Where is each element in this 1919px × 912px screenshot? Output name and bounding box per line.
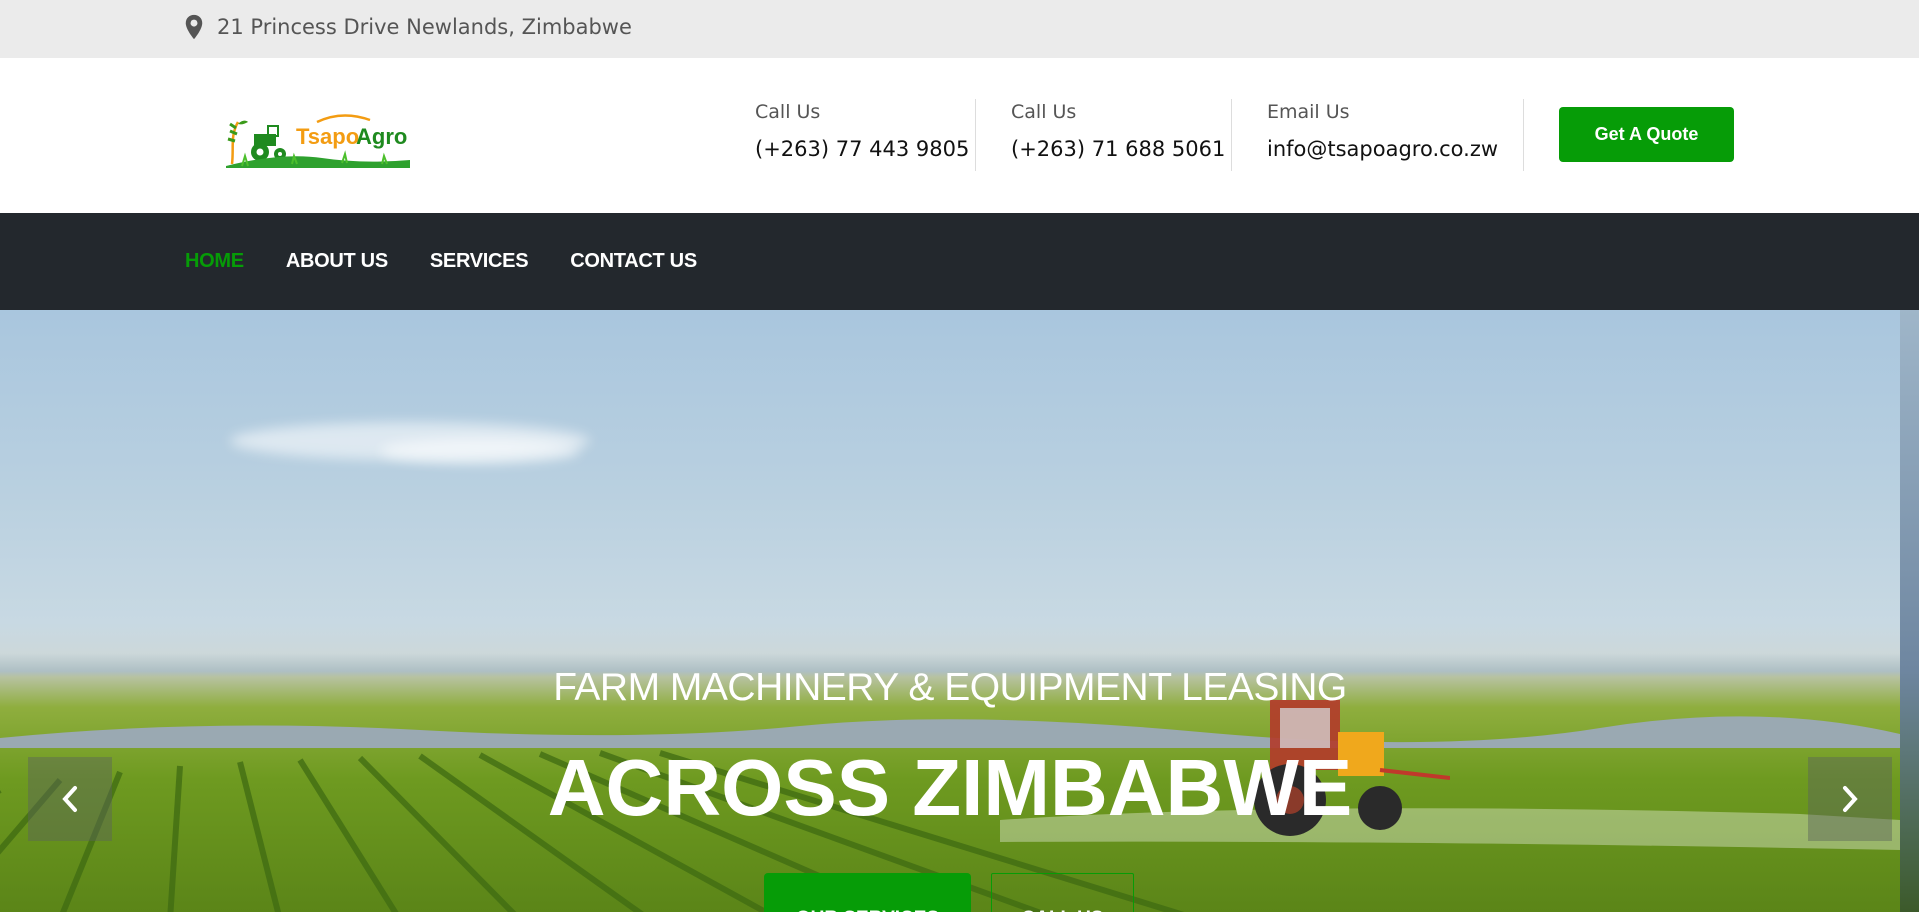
- slider-next-button[interactable]: [1808, 757, 1892, 841]
- our-services-button[interactable]: OUR SERVICES: [764, 873, 971, 912]
- logo-text-tsapo: Tsapo: [296, 124, 359, 149]
- contact-phone-link[interactable]: (+263) 71 688 5061: [1011, 137, 1225, 161]
- hero-title: ACROSS ZIMBABWE: [547, 743, 1353, 832]
- cloud-decoration: [380, 438, 580, 464]
- map-pin-icon: [185, 14, 203, 40]
- contact-label: Email Us: [1267, 101, 1350, 123]
- contact-phone-2: Call Us (+263) 71 688 5061: [1011, 99, 1225, 171]
- logo-text-agro: Agro: [356, 124, 407, 149]
- contact-phone-link[interactable]: (+263) 77 443 9805: [755, 137, 969, 161]
- slider-prev-button[interactable]: [28, 757, 112, 841]
- address: 21 Princess Drive Newlands, Zimbabwe: [183, 14, 632, 40]
- divider: [975, 99, 976, 171]
- hero-slider: FARM MACHINERY & EQUIPMENT LEASING ACROS…: [0, 310, 1900, 912]
- nav-item-contact-us[interactable]: CONTACT US: [570, 250, 697, 273]
- divider: [1231, 99, 1232, 171]
- divider: [1523, 99, 1524, 171]
- call-us-button[interactable]: CALL US: [991, 873, 1134, 912]
- chevron-right-icon: [1843, 786, 1858, 812]
- nav-item-home[interactable]: HOME: [185, 250, 244, 273]
- address-text: 21 Princess Drive Newlands, Zimbabwe: [217, 15, 632, 39]
- get-a-quote-button[interactable]: Get A Quote: [1559, 107, 1734, 162]
- contact-label: Call Us: [1011, 101, 1077, 123]
- contact-email: Email Us info@tsapoagro.co.zw: [1267, 99, 1498, 171]
- chevron-left-icon: [62, 786, 77, 812]
- hero-subtitle: FARM MACHINERY & EQUIPMENT LEASING: [553, 666, 1347, 709]
- main-navigation: HOME ABOUT US SERVICES CONTACT US: [0, 213, 1919, 310]
- contact-email-link[interactable]: info@tsapoagro.co.zw: [1267, 137, 1498, 161]
- top-info-bar: 21 Princess Drive Newlands, Zimbabwe: [0, 0, 1919, 58]
- contact-label: Call Us: [755, 101, 821, 123]
- nav-item-about-us[interactable]: ABOUT US: [286, 250, 388, 273]
- tsapoagro-logo[interactable]: Tsapo Agro: [222, 108, 412, 170]
- contact-phone-1: Call Us (+263) 77 443 9805: [755, 99, 969, 171]
- next-slide-peek: [1900, 310, 1919, 912]
- nav-item-services[interactable]: SERVICES: [430, 250, 529, 273]
- site-header: Tsapo Agro Call Us (+263) 77 443 9805 Ca…: [0, 58, 1919, 213]
